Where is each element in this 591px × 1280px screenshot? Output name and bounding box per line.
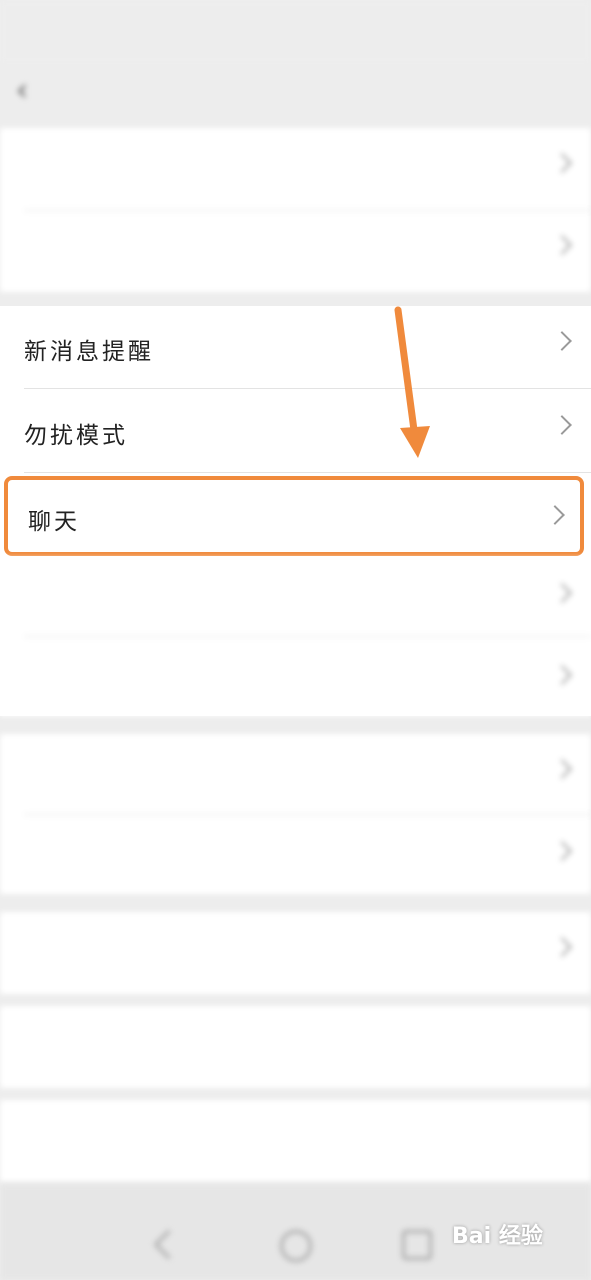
settings-row-new-message-alert[interactable]: 新消息提醒 <box>0 306 591 388</box>
settings-row-chat[interactable]: 聊天 <box>4 476 584 556</box>
baidu-jingyan-watermark: Bai 经验 <box>452 1224 543 1249</box>
row-label: 勿扰模式 <box>24 423 128 449</box>
down-arrow-icon <box>394 306 430 458</box>
nav-recent-apps-icon[interactable] <box>402 1230 432 1260</box>
settings-row-privacy[interactable] <box>0 558 591 640</box>
divider <box>24 472 591 473</box>
chevron-right-icon <box>552 583 572 603</box>
row-label: 聊天 <box>28 509 80 535</box>
status-bar <box>0 0 591 64</box>
nav-home-icon[interactable] <box>280 1230 312 1262</box>
chevron-right-icon <box>552 665 572 685</box>
settings-group-plugins <box>0 912 591 994</box>
divider <box>24 814 591 815</box>
settings-row-do-not-disturb[interactable]: 勿扰模式 <box>0 390 591 472</box>
back-arrow-icon[interactable]: ‹ <box>16 76 28 106</box>
chevron-right-icon <box>552 235 572 255</box>
chevron-right-icon <box>552 415 572 435</box>
settings-group-account <box>0 128 591 292</box>
settings-row-account-security[interactable] <box>0 128 591 210</box>
settings-row-plugins[interactable] <box>0 912 591 994</box>
chevron-right-icon <box>552 153 572 173</box>
settings-row-general[interactable] <box>0 640 591 722</box>
row-label: 新消息提醒 <box>24 339 154 365</box>
chevron-right-icon <box>552 759 572 779</box>
divider <box>24 636 591 637</box>
settings-row-about[interactable] <box>0 734 591 816</box>
settings-row-teen-mode[interactable] <box>0 210 591 292</box>
chevron-right-icon <box>552 841 572 861</box>
settings-row-help[interactable] <box>0 816 591 898</box>
chevron-right-icon <box>545 505 565 525</box>
divider <box>24 388 591 389</box>
logout-button[interactable] <box>0 1100 591 1182</box>
settings-group-about <box>0 734 591 894</box>
chevron-right-icon <box>552 937 572 957</box>
settings-rows-blurred <box>0 558 591 716</box>
header-bar <box>0 64 591 126</box>
switch-account-button[interactable] <box>0 1006 591 1088</box>
chevron-right-icon <box>552 331 572 351</box>
